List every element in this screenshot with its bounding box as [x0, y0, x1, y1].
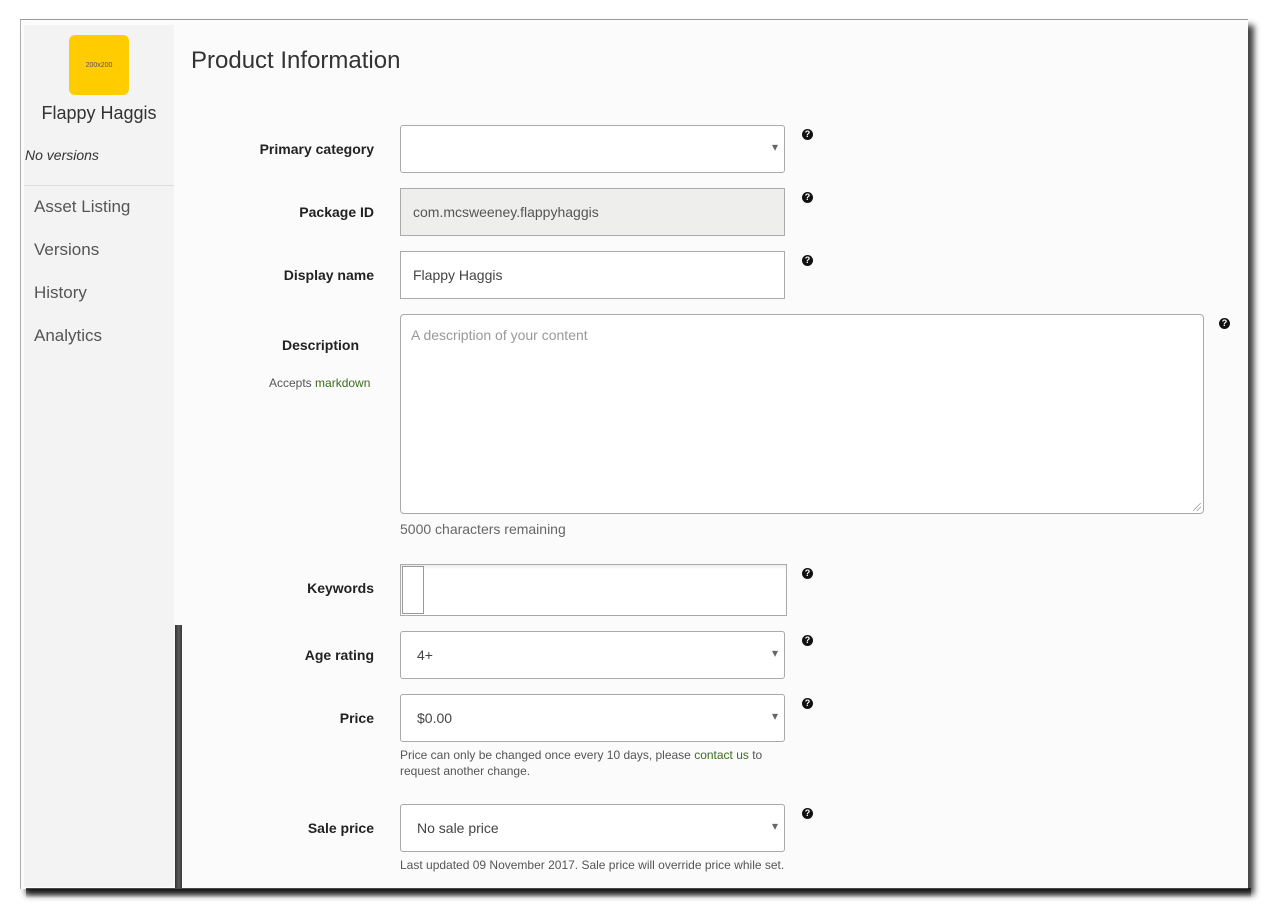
sale-price-select[interactable]: No sale price: [400, 804, 785, 852]
price-note: Price can only be changed once every 10 …: [400, 747, 780, 779]
primary-category-select[interactable]: [400, 125, 785, 173]
keywords-label: Keywords: [307, 580, 374, 596]
keywords-input[interactable]: [400, 564, 787, 616]
logo-placeholder-text: 200x200: [85, 61, 113, 69]
versions-note: No versions: [25, 147, 99, 163]
package-id-label: Package ID: [299, 204, 374, 220]
resize-handle[interactable]: [1193, 503, 1201, 511]
sale-price-note: Last updated 09 November 2017. Sale pric…: [400, 858, 785, 872]
help-icon[interactable]: ?: [802, 808, 813, 819]
sidebar-item-versions[interactable]: Versions: [34, 239, 130, 282]
price-value: $0.00: [417, 710, 453, 726]
keywords-token-input[interactable]: [402, 566, 424, 614]
markdown-hint: Accepts markdown: [269, 375, 370, 391]
page-title: Product Information: [191, 47, 401, 74]
sidebar-item-asset-listing[interactable]: Asset Listing: [34, 196, 130, 239]
window-shadow: [26, 888, 1251, 898]
sale-price-value: No sale price: [417, 820, 499, 836]
markdown-link[interactable]: markdown: [315, 376, 370, 390]
app-logo: 200x200: [69, 35, 129, 95]
sidebar-nav: Asset Listing Versions History Analytics: [34, 196, 130, 368]
description-label: Description: [281, 337, 359, 353]
display-name-value: Flappy Haggis: [413, 267, 503, 283]
age-rating-select[interactable]: 4+: [400, 631, 785, 679]
markdown-hint-text: Accepts: [269, 376, 316, 390]
sidebar-item-history[interactable]: History: [34, 282, 130, 325]
package-id-field: com.mcsweeney.flappyhaggis: [400, 188, 785, 236]
help-icon[interactable]: ?: [802, 129, 813, 140]
panel-divider-shadow: [175, 625, 182, 888]
sale-price-label: Sale price: [307, 820, 374, 836]
price-note-text: Price can only be changed once every 10 …: [400, 748, 695, 762]
primary-category-label: Primary category: [259, 141, 374, 157]
description-placeholder: A description of your content: [411, 327, 588, 343]
contact-us-link[interactable]: contact us: [694, 748, 749, 762]
display-name-input[interactable]: Flappy Haggis: [400, 251, 785, 299]
help-icon[interactable]: ?: [1219, 318, 1230, 329]
age-rating-label: Age rating: [304, 647, 374, 663]
help-icon[interactable]: ?: [802, 192, 813, 203]
help-icon[interactable]: ?: [802, 635, 813, 646]
description-textarea[interactable]: A description of your content: [400, 314, 1204, 514]
package-id-value: com.mcsweeney.flappyhaggis: [413, 204, 599, 220]
characters-remaining: 5000 characters remaining: [400, 521, 566, 537]
help-icon[interactable]: ?: [802, 568, 813, 579]
age-rating-value: 4+: [417, 647, 433, 663]
price-select[interactable]: $0.00: [400, 694, 785, 742]
help-icon[interactable]: ?: [802, 698, 813, 709]
sidebar-item-analytics[interactable]: Analytics: [34, 325, 130, 368]
app-name: Flappy Haggis: [41, 103, 157, 123]
price-label: Price: [339, 710, 374, 726]
help-icon[interactable]: ?: [802, 255, 813, 266]
display-name-label: Display name: [283, 267, 374, 283]
sidebar-divider: [24, 185, 174, 186]
